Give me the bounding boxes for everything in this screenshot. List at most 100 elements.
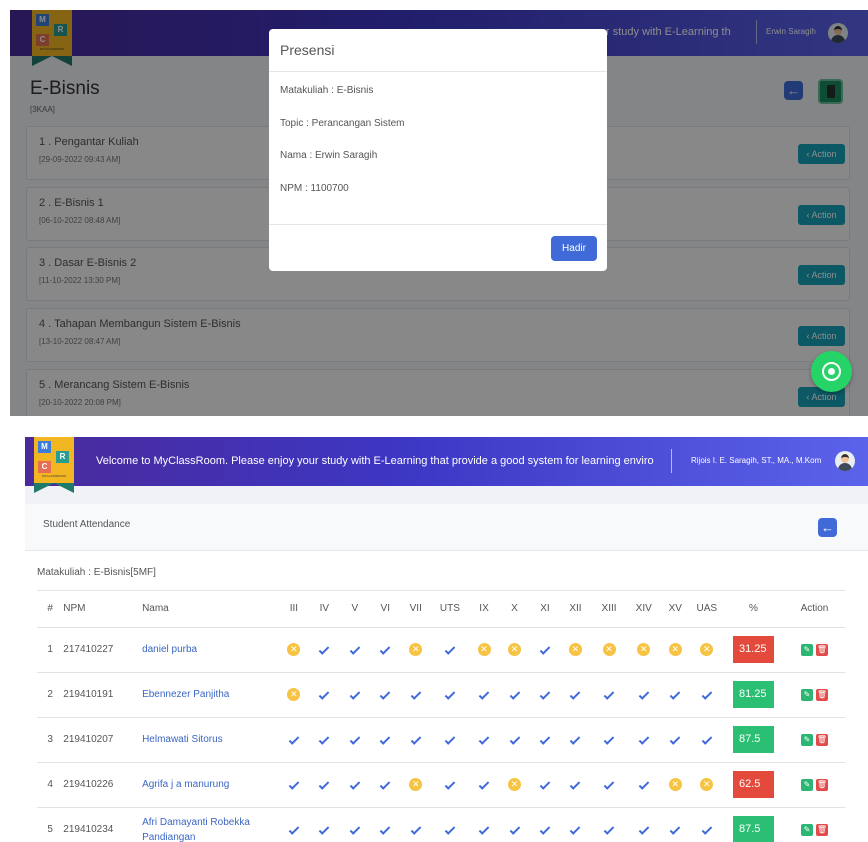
attendance-cell	[499, 807, 530, 842]
absent-icon: ✕	[409, 643, 423, 656]
percentage-badge: 87.5	[733, 816, 774, 842]
percentage-badge: 87.5	[733, 726, 774, 753]
check-icon	[638, 734, 650, 745]
check-icon	[319, 689, 330, 700]
absent-icon: ✕	[700, 643, 714, 656]
delete-icon[interactable]: 🗑	[815, 823, 828, 836]
attendance-cell	[370, 807, 401, 842]
action-cell: ✎ 🗑	[783, 627, 845, 673]
column-header: #	[37, 591, 64, 628]
attendance-cell	[430, 807, 469, 842]
attendance-cell	[529, 807, 561, 842]
column-header: UAS	[690, 591, 724, 628]
attendance-cell	[660, 672, 691, 718]
delete-icon[interactable]: 🗑	[815, 733, 828, 746]
action-cell: ✎ 🗑	[783, 672, 845, 718]
check-icon	[410, 734, 422, 745]
npm-cell: 217410227	[63, 627, 143, 673]
check-icon	[319, 734, 330, 745]
modal-title: Presensi	[280, 42, 335, 58]
attendance-cell	[339, 762, 371, 808]
column-header: NPM	[63, 591, 143, 628]
attendance-cell	[560, 762, 591, 808]
check-icon	[349, 779, 361, 790]
attendance-cell	[590, 762, 628, 808]
check-icon	[379, 779, 391, 790]
attendance-cell: ✕	[690, 627, 724, 673]
check-icon	[379, 734, 391, 745]
myclassroom-logo[interactable]: M R C MYCLASSROOM	[34, 437, 74, 493]
check-icon	[349, 644, 361, 655]
column-header: IX	[468, 591, 500, 628]
check-icon	[669, 734, 681, 745]
absent-icon: ✕	[668, 778, 682, 791]
attendance-cell	[309, 627, 340, 673]
edit-icon[interactable]: ✎	[800, 778, 813, 791]
attendance-cell	[560, 672, 591, 718]
attendance-cell	[627, 717, 660, 763]
student-name-link[interactable]: daniel purba	[142, 627, 279, 673]
student-name-link[interactable]: Ebennezer Panjitha	[142, 672, 279, 718]
check-icon	[288, 824, 300, 835]
absent-icon: ✕	[602, 643, 616, 656]
column-header: XIII	[590, 591, 628, 628]
attendance-cell	[370, 627, 401, 673]
check-icon	[638, 779, 650, 790]
attendance-cell: ✕	[278, 672, 310, 718]
edit-icon[interactable]: ✎	[800, 733, 813, 746]
delete-icon[interactable]: 🗑	[815, 643, 828, 656]
attendance-cell: ✕	[400, 762, 431, 808]
welcome-marquee: Velcome to MyClassRoom. Please enjoy you…	[96, 455, 654, 467]
percentage-cell: 87.5	[723, 807, 784, 842]
whatsapp-icon	[822, 362, 841, 381]
attendance-cell	[627, 762, 660, 808]
student-name-link[interactable]: Helmawati Sitorus	[142, 717, 279, 763]
attendance-cell	[468, 672, 500, 718]
student-name-link[interactable]: Afri Damayanti Robekka Pandiangan	[142, 807, 279, 842]
column-header: VII	[400, 591, 431, 628]
table-row: 2 219410191 Ebennezer Panjitha ✕ 81.25 ✎ 🗑	[37, 672, 845, 718]
column-header: XV	[660, 591, 691, 628]
check-icon	[444, 644, 456, 655]
absent-icon: ✕	[409, 778, 423, 791]
hadir-button[interactable]: Hadir	[551, 236, 597, 261]
check-icon	[669, 689, 681, 700]
attendance-cell	[339, 717, 371, 763]
percentage-badge: 62.5	[733, 771, 774, 798]
attendance-cell	[529, 717, 561, 763]
top-navbar: M R C MYCLASSROOM Velcome to MyClassRoom…	[25, 437, 868, 493]
absent-icon: ✕	[508, 643, 521, 656]
attendance-cell	[278, 762, 310, 808]
attendance-cell	[430, 762, 469, 808]
column-header: UTS	[430, 591, 469, 628]
user-name[interactable]: Rijois I. E. Saragih, ST., MA., M.Kom	[691, 456, 821, 465]
attendance-cell	[278, 717, 310, 763]
attendance-cell	[430, 717, 469, 763]
column-header: IV	[309, 591, 340, 628]
check-icon	[539, 779, 551, 790]
whatsapp-button[interactable]	[811, 351, 852, 392]
attendance-cell	[400, 807, 431, 842]
modal-nama: Nama : Erwin Saragih	[280, 150, 378, 161]
attendance-cell	[468, 717, 500, 763]
attendance-cell	[590, 807, 628, 842]
delete-icon[interactable]: 🗑	[815, 778, 828, 791]
check-icon	[319, 644, 330, 655]
user-avatar[interactable]	[835, 451, 855, 471]
back-button[interactable]: ←	[818, 518, 837, 537]
attendance-cell	[430, 672, 469, 718]
attendance-cell	[339, 672, 371, 718]
delete-icon[interactable]: 🗑	[815, 688, 828, 701]
check-icon	[570, 824, 581, 835]
attendance-cell	[468, 807, 500, 842]
npm-cell: 219410207	[63, 717, 143, 763]
attendance-cell	[370, 672, 401, 718]
student-name-link[interactable]: Agrifa j a manurung	[142, 762, 279, 808]
edit-icon[interactable]: ✎	[800, 823, 813, 836]
edit-icon[interactable]: ✎	[800, 688, 813, 701]
npm-cell: 219410234	[63, 807, 143, 842]
action-cell: ✎ 🗑	[783, 807, 845, 842]
edit-icon[interactable]: ✎	[800, 643, 813, 656]
attendance-cell: ✕	[468, 627, 500, 673]
check-icon	[638, 689, 650, 700]
